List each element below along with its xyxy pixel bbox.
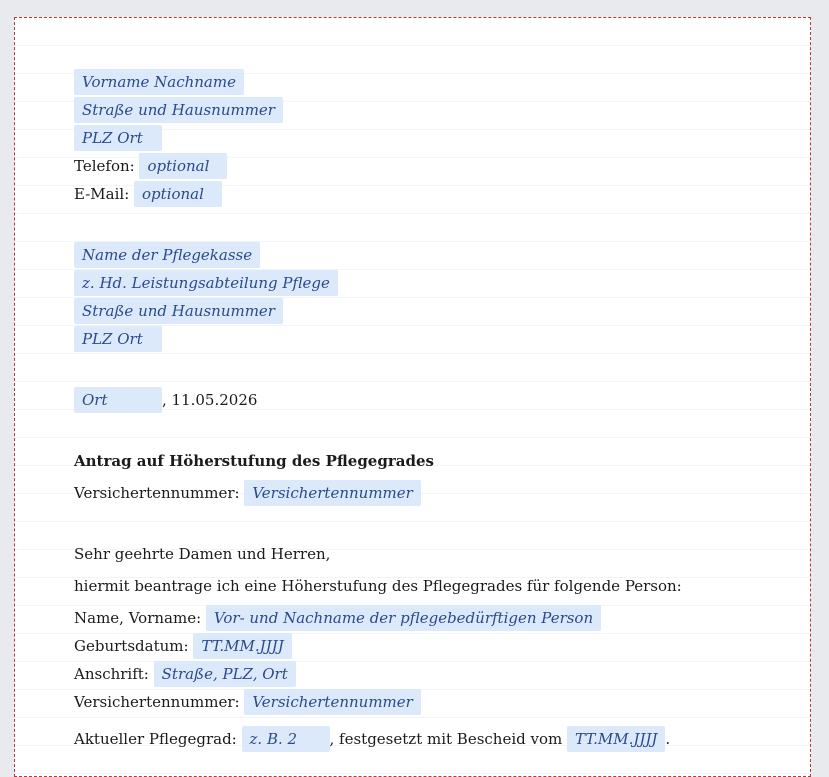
person-address-field[interactable]: Straße, PLZ, Ort <box>153 661 296 687</box>
insurance-label: Versichertennummer: <box>74 484 240 502</box>
place-date-line: Ort, 11.05.2026 <box>74 386 774 414</box>
sender-name-field[interactable]: Vorname Nachname <box>74 69 244 95</box>
person-name-field[interactable]: Vor- und Nachname der pflegebedürftigen … <box>205 605 602 631</box>
person-birth-label: Geburtsdatum: <box>74 637 189 655</box>
sender-name-line: Vorname Nachname <box>74 68 774 96</box>
sender-city-line: PLZ Ort <box>74 124 774 152</box>
phone-label: Telefon: <box>74 157 135 175</box>
sender-city-field[interactable]: PLZ Ort <box>74 125 162 151</box>
salutation-line: Sehr geehrte Damen und Herren, <box>74 545 331 563</box>
person-birth-line: Geburtsdatum: TT.MM.JJJJ <box>74 632 774 660</box>
recipient-city-field[interactable]: PLZ Ort <box>74 326 162 352</box>
recipient-city-line: PLZ Ort <box>74 325 774 353</box>
current-grade-end: . <box>665 730 671 748</box>
person-address-label: Anschrift: <box>74 665 149 683</box>
insurance-line: Versichertennummer: Versichertennummer <box>74 479 774 507</box>
recipient-name-field[interactable]: Name der Pflegekasse <box>74 242 261 268</box>
person-insurance-line: Versichertennummer: Versichertennummer <box>74 688 774 716</box>
current-grade-field[interactable]: z. B. 2 <box>241 726 330 752</box>
person-address-line: Anschrift: Straße, PLZ, Ort <box>74 660 774 688</box>
current-grade-label: Aktueller Pflegegrad: <box>74 730 237 748</box>
person-insurance-label: Versichertennummer: <box>74 693 240 711</box>
sender-phone-line: Telefon: optional <box>74 152 774 180</box>
sender-street-field[interactable]: Straße und Hausnummer <box>74 97 283 123</box>
current-grade-line: Aktueller Pflegegrad: z. B. 2, festgeset… <box>74 725 774 753</box>
document-page: Vorname Nachname Straße und Hausnummer P… <box>14 17 811 777</box>
email-field[interactable]: optional <box>134 181 223 207</box>
subject-line: Antrag auf Höherstufung des Pflegegrades <box>74 452 434 470</box>
recipient-street-field[interactable]: Straße und Hausnummer <box>74 298 283 324</box>
recipient-attention-line: z. Hd. Leistungsabteilung Pflege <box>74 269 774 297</box>
recipient-street-line: Straße und Hausnummer <box>74 297 774 325</box>
date-text: , 11.05.2026 <box>162 391 258 409</box>
intro-line: hiermit beantrage ich eine Höherstufung … <box>74 577 682 595</box>
recipient-attention-field[interactable]: z. Hd. Leistungsabteilung Pflege <box>74 270 338 296</box>
recipient-name-line: Name der Pflegekasse <box>74 241 774 269</box>
place-field[interactable]: Ort <box>74 387 162 413</box>
person-birth-field[interactable]: TT.MM.JJJJ <box>193 633 292 659</box>
person-name-line: Name, Vorname: Vor- und Nachname der pfl… <box>74 604 774 632</box>
insurance-field[interactable]: Versichertennummer <box>244 480 421 506</box>
current-grade-middle: , festgesetzt mit Bescheid vom <box>329 730 563 748</box>
letter-body: Vorname Nachname Straße und Hausnummer P… <box>74 68 774 753</box>
sender-email-line: E-Mail: optional <box>74 180 774 208</box>
person-name-label: Name, Vorname: <box>74 609 202 627</box>
sender-street-line: Straße und Hausnummer <box>74 96 774 124</box>
email-label: E-Mail: <box>74 185 130 203</box>
decision-date-field[interactable]: TT.MM.JJJJ <box>567 726 666 752</box>
phone-field[interactable]: optional <box>139 153 228 179</box>
person-insurance-field[interactable]: Versichertennummer <box>244 689 421 715</box>
